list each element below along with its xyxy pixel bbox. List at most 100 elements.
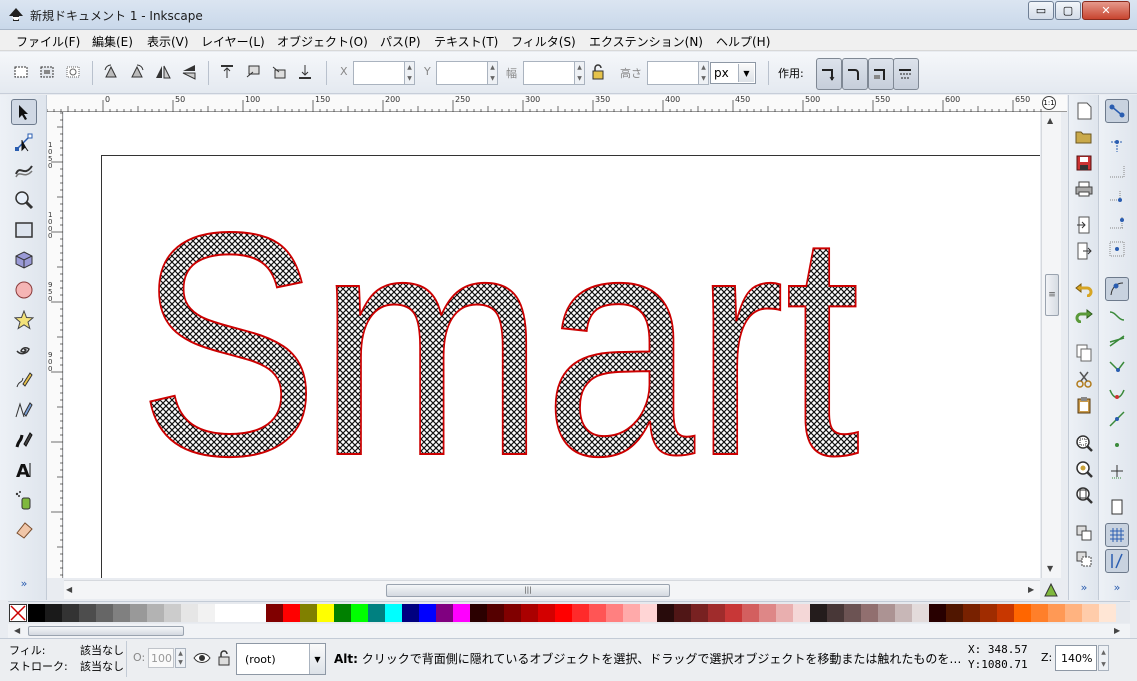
color-swatch[interactable]: [504, 604, 521, 622]
x-spinner[interactable]: ▲ ▼: [404, 61, 415, 85]
color-swatch[interactable]: [351, 604, 368, 622]
color-swatch[interactable]: [555, 604, 572, 622]
width-input[interactable]: [523, 61, 577, 85]
color-swatch[interactable]: [368, 604, 385, 622]
color-swatch[interactable]: [164, 604, 181, 622]
new-document-button[interactable]: [1074, 101, 1094, 121]
save-button[interactable]: [1074, 153, 1094, 173]
snap-intersection-button[interactable]: [1107, 331, 1127, 351]
snap-bbox-center-button[interactable]: [1107, 239, 1127, 259]
snap-bbox-midpoint-button[interactable]: [1107, 213, 1127, 233]
palette-scroll-right-icon[interactable]: ▶: [1114, 626, 1120, 635]
pencil-tool[interactable]: [11, 367, 37, 393]
color-swatch[interactable]: [45, 604, 62, 622]
opacity-spinner[interactable]: ▲ ▼: [175, 648, 186, 668]
close-button[interactable]: ✕: [1082, 1, 1130, 20]
duplicate-button[interactable]: [1074, 523, 1094, 543]
menu-extensions[interactable]: エクステンション(N): [589, 33, 703, 50]
tweak-tool[interactable]: [11, 157, 37, 183]
chevron-down-icon[interactable]: ▼: [738, 64, 754, 82]
zoom-spinner[interactable]: ▲ ▼: [1098, 645, 1109, 671]
color-swatch[interactable]: [691, 604, 708, 622]
palette-scroll-left-icon[interactable]: ◀: [14, 626, 20, 635]
3d-box-tool[interactable]: [11, 247, 37, 273]
fill-value[interactable]: 該当なし: [80, 642, 124, 658]
color-swatch[interactable]: [1048, 604, 1065, 622]
select-all-button[interactable]: [12, 63, 30, 81]
redo-button[interactable]: [1074, 305, 1094, 325]
color-swatch[interactable]: [28, 604, 45, 622]
lower-to-bottom-button[interactable]: [296, 63, 314, 81]
color-swatch[interactable]: [844, 604, 861, 622]
export-button[interactable]: [1074, 241, 1094, 261]
color-swatch[interactable]: [912, 604, 929, 622]
eraser-tool[interactable]: [11, 517, 37, 543]
commands-more-icon[interactable]: »: [1074, 577, 1094, 597]
color-swatch[interactable]: [402, 604, 419, 622]
menu-text[interactable]: テキスト(T): [434, 33, 498, 50]
node-tool[interactable]: [11, 129, 37, 155]
color-swatch[interactable]: [436, 604, 453, 622]
color-swatch[interactable]: [1082, 604, 1099, 622]
color-swatch[interactable]: [470, 604, 487, 622]
snap-path-button[interactable]: [1107, 305, 1127, 325]
horizontal-scrollbar[interactable]: ◀ ||| ▶: [64, 580, 1040, 599]
vertical-scrollbar[interactable]: ▲ ≡ ▼: [1041, 112, 1061, 578]
scroll-down-icon[interactable]: ▼: [1047, 564, 1053, 573]
menu-filter[interactable]: フィルタ(S): [511, 33, 576, 50]
layer-visibility-toggle[interactable]: [193, 649, 211, 667]
color-swatch[interactable]: [283, 604, 300, 622]
cut-button[interactable]: [1074, 369, 1094, 389]
transform-patterns-toggle[interactable]: [893, 58, 919, 90]
color-swatch[interactable]: [827, 604, 844, 622]
snap-enable-toggle[interactable]: [1105, 99, 1129, 123]
zoom-drawing-button[interactable]: [1074, 459, 1094, 479]
opacity-input[interactable]: 100: [148, 648, 174, 668]
color-swatch[interactable]: [623, 604, 640, 622]
snap-bbox-edge-button[interactable]: [1107, 161, 1127, 181]
flip-horizontal-button[interactable]: [154, 63, 172, 81]
color-swatch[interactable]: [980, 604, 997, 622]
color-swatch[interactable]: [334, 604, 351, 622]
color-swatch[interactable]: [997, 604, 1014, 622]
snap-rotation-center-button[interactable]: [1107, 461, 1127, 481]
color-swatch[interactable]: [130, 604, 147, 622]
color-swatch[interactable]: [861, 604, 878, 622]
scroll-up-icon[interactable]: ▲: [1047, 116, 1053, 125]
smart-text-object[interactable]: Smart: [137, 166, 862, 523]
width-spinner[interactable]: ▲ ▼: [574, 61, 585, 85]
color-manage-icon[interactable]: [1043, 582, 1059, 598]
color-swatch[interactable]: [1065, 604, 1082, 622]
raise-button[interactable]: [244, 63, 262, 81]
color-swatch[interactable]: [1014, 604, 1031, 622]
color-swatch[interactable]: [521, 604, 538, 622]
deselect-button[interactable]: [64, 63, 82, 81]
scale-stroke-toggle[interactable]: [816, 58, 842, 90]
color-swatch[interactable]: [249, 604, 266, 622]
paste-button[interactable]: [1074, 395, 1094, 415]
color-swatch[interactable]: [62, 604, 79, 622]
snap-guide-toggle[interactable]: [1105, 549, 1129, 573]
chevron-down-icon[interactable]: ▼: [309, 644, 325, 674]
zoom-tool[interactable]: [11, 187, 37, 213]
color-swatch[interactable]: [810, 604, 827, 622]
snap-bbox-button[interactable]: [1107, 135, 1127, 155]
scroll-left-icon[interactable]: ◀: [66, 585, 72, 594]
menu-file[interactable]: ファイル(F): [16, 33, 80, 50]
color-swatch[interactable]: [878, 604, 895, 622]
color-swatch[interactable]: [215, 604, 232, 622]
rotate-ccw-button[interactable]: [102, 63, 120, 81]
menu-edit[interactable]: 編集(E): [92, 33, 133, 50]
ellipse-tool[interactable]: [11, 277, 37, 303]
y-input[interactable]: [436, 61, 490, 85]
zoom-1-1-icon[interactable]: 1:1: [1042, 96, 1056, 110]
scale-corners-toggle[interactable]: [842, 58, 868, 90]
color-swatch[interactable]: [657, 604, 674, 622]
star-tool[interactable]: [11, 307, 37, 333]
color-swatch[interactable]: [793, 604, 810, 622]
color-swatch[interactable]: [946, 604, 963, 622]
select-all-layers-button[interactable]: [38, 63, 56, 81]
import-button[interactable]: [1074, 215, 1094, 235]
color-swatch[interactable]: [1031, 604, 1048, 622]
color-swatch[interactable]: [963, 604, 980, 622]
